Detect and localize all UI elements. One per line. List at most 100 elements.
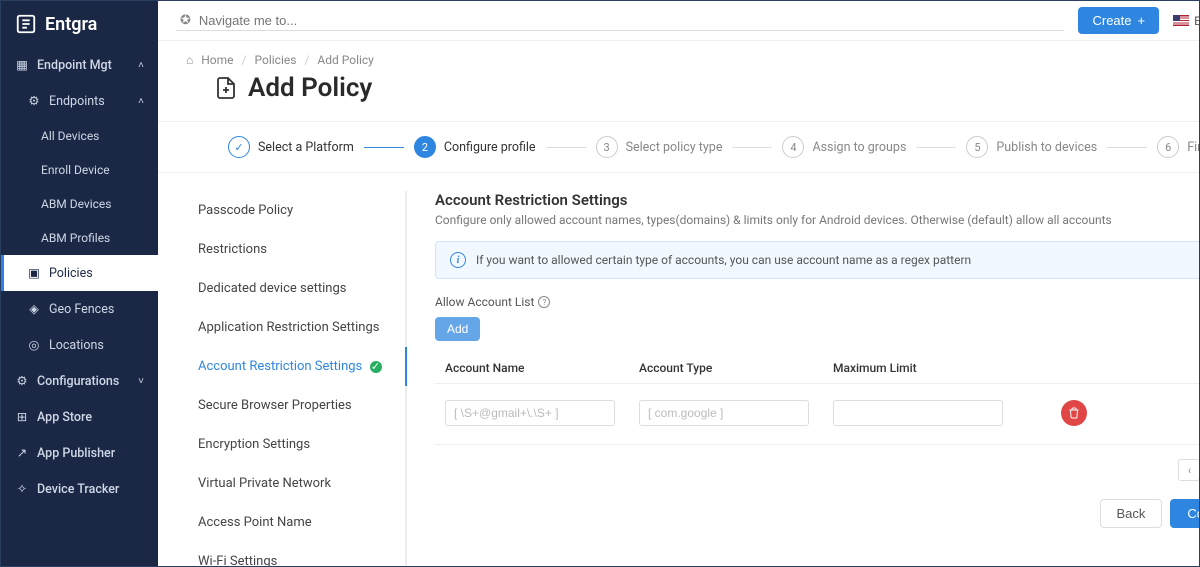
delete-row-button[interactable] [1061,400,1087,426]
account-name-input[interactable] [445,400,615,426]
pagination: ‹ 1 › [435,459,1200,481]
sidebar-item-app-publisher[interactable]: ↗ App Publisher [1,435,158,471]
sidebar-label: All Devices [41,129,99,143]
sidebar-label: Device Tracker [37,482,119,497]
sidebar-label: Endpoints [49,94,105,109]
breadcrumb: ⌂ Home / Policies / Add Policy [186,53,1200,67]
step-label: Assign to groups [812,140,906,155]
max-limit-input[interactable] [833,400,1003,426]
info-text: If you want to allowed certain type of a… [476,253,971,267]
sidebar-label: Locations [49,338,104,353]
back-button[interactable]: Back [1100,499,1163,528]
publish-icon: ↗ [15,445,29,461]
step-label: Configure profile [444,140,536,155]
sidebar-label: Policies [49,266,93,281]
step-label: Select policy type [626,140,723,155]
sidebar-item-locations[interactable]: ◎ Locations [1,327,158,363]
crumb-policies[interactable]: Policies [255,53,297,67]
tab-secure-browser[interactable]: Secure Browser Properties [192,386,395,425]
tab-account-restriction[interactable]: Account Restriction Settings ✓ [192,347,395,386]
fence-icon: ◈ [27,301,41,317]
tab-wifi[interactable]: Wi-Fi Settings [192,542,395,566]
sidebar-label: ABM Devices [41,197,112,211]
step-label: Publish to devices [996,140,1097,155]
gear-icon: ⚙ [15,373,29,389]
create-button[interactable]: Create + [1078,7,1159,34]
tab-apn[interactable]: Access Point Name [192,503,395,542]
step-label: Finish [1187,140,1200,155]
search-input[interactable] [199,13,1061,28]
sidebar-label: App Publisher [37,446,115,461]
col-max-limit: Maximum Limit [833,361,1023,375]
tab-passcode[interactable]: Passcode Policy [192,191,395,230]
sidebar-item-policies[interactable]: ▣ Policies [1,255,158,291]
sidebar-label: App Store [37,410,92,425]
help-icon[interactable]: ? [538,296,550,308]
sidebar-item-app-store[interactable]: ⊞ App Store [1,399,158,435]
home-icon: ⌂ [186,53,193,67]
sidebar-item-configurations[interactable]: ⚙ Configurations ˅ [1,363,158,399]
compass-icon: ✪ [180,13,191,28]
store-icon: ⊞ [15,409,29,425]
crumb-home[interactable]: Home [201,53,233,67]
panel-title: Account Restriction Settings [435,191,1112,209]
global-search[interactable]: ✪ [176,11,1064,31]
step-4[interactable]: 4 Assign to groups [782,136,906,158]
tab-dedicated[interactable]: Dedicated device settings [192,269,395,308]
sidebar-item-enroll-device[interactable]: Enroll Device [1,153,158,187]
language-label: English [1194,14,1200,28]
check-icon: ✓ [228,136,250,158]
step-3[interactable]: 3 Select policy type [596,136,723,158]
page-title: Add Policy [214,73,1200,103]
add-button[interactable]: Add [435,317,480,341]
info-banner: i If you want to allowed certain type of… [435,241,1200,279]
account-type-input[interactable] [639,400,809,426]
file-plus-icon [214,76,238,100]
sidebar-item-endpoints[interactable]: ⚙ Endpoints ˄ [1,83,158,119]
sidebar-label: Geo Fences [49,302,114,317]
col-account-name: Account Name [445,361,635,375]
sidebar-label: Configurations [37,374,119,389]
stepper: ✓ Select a Platform 2 Configure profile … [158,122,1200,173]
tab-vpn[interactable]: Virtual Private Network [192,464,395,503]
tab-app-restriction[interactable]: Application Restriction Settings [192,308,395,347]
page-prev[interactable]: ‹ [1178,459,1200,481]
chevron-down-icon: ˅ [138,376,144,387]
us-flag-icon [1173,15,1189,26]
sidebar-item-abm-profiles[interactable]: ABM Profiles [1,221,158,255]
trash-icon [1068,407,1080,419]
step-5[interactable]: 5 Publish to devices [966,136,1097,158]
sidebar-item-all-devices[interactable]: All Devices [1,119,158,153]
tab-encryption[interactable]: Encryption Settings [192,425,395,464]
sidebar-item-endpoint-mgt[interactable]: ▦ Endpoint Mgt ˄ [1,47,158,83]
col-account-type: Account Type [639,361,829,375]
tab-restrictions[interactable]: Restrictions [192,230,395,269]
step-label: Select a Platform [258,140,354,155]
brand-logo[interactable]: Entgra [1,1,158,47]
step-2[interactable]: 2 Configure profile [414,136,536,158]
step-1[interactable]: ✓ Select a Platform [228,136,354,158]
chevron-up-icon: ˄ [138,96,144,107]
check-circle-icon: ✓ [370,361,382,373]
nodes-icon: ⚙ [27,93,41,109]
chevron-up-icon: ˄ [138,60,144,71]
brand-name: Entgra [45,14,97,35]
language-selector[interactable]: English ▾ [1173,14,1200,28]
sidebar-label: Enroll Device [41,163,110,177]
create-label: Create [1092,13,1131,28]
crumb-current: Add Policy [317,53,373,67]
panel-subtitle: Configure only allowed account names, ty… [435,213,1112,227]
sidebar-item-device-tracker[interactable]: ✧ Device Tracker [1,471,158,507]
pin-icon: ◎ [27,337,41,353]
tab-label: Account Restriction Settings [198,359,362,374]
sidebar-item-geo-fences[interactable]: ◈ Geo Fences [1,291,158,327]
step-6[interactable]: 6 Finish [1157,136,1200,158]
grid-icon: ▦ [15,57,29,73]
allow-list-label: Allow Account List ? [435,295,1200,309]
info-icon: i [450,252,466,268]
continue-button[interactable]: Continue [1170,499,1200,528]
sidebar-item-abm-devices[interactable]: ABM Devices [1,187,158,221]
table-row [435,384,1200,445]
logo-icon [15,13,37,35]
sidebar-label: Endpoint Mgt [37,58,112,73]
